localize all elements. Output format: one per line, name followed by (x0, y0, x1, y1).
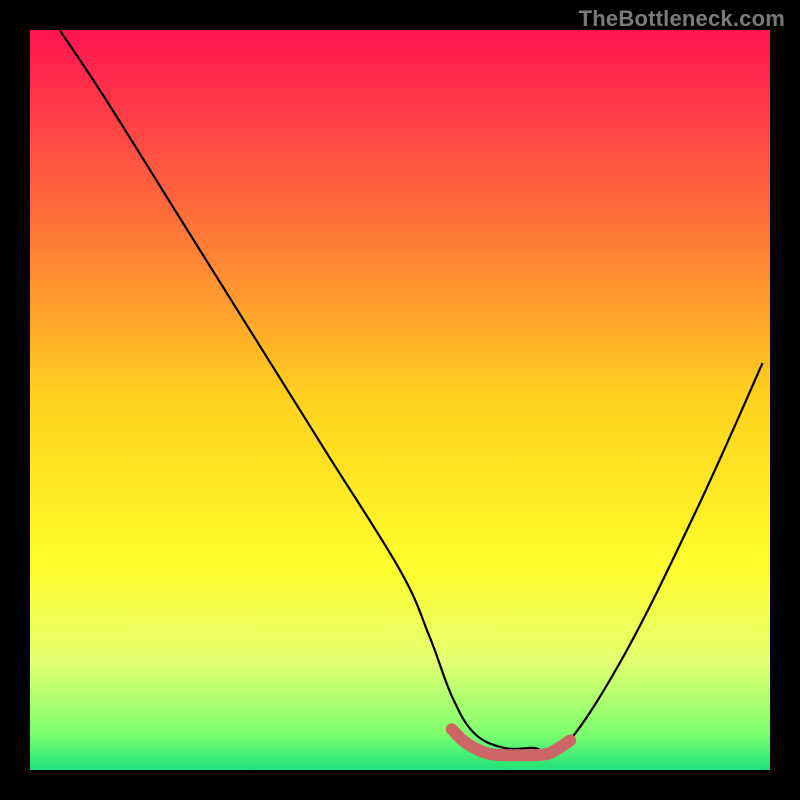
plot-area (30, 30, 770, 770)
gradient-background (30, 30, 770, 770)
watermark-text: TheBottleneck.com (579, 6, 785, 32)
chart-container: TheBottleneck.com (0, 0, 800, 800)
chart-svg (30, 30, 770, 770)
